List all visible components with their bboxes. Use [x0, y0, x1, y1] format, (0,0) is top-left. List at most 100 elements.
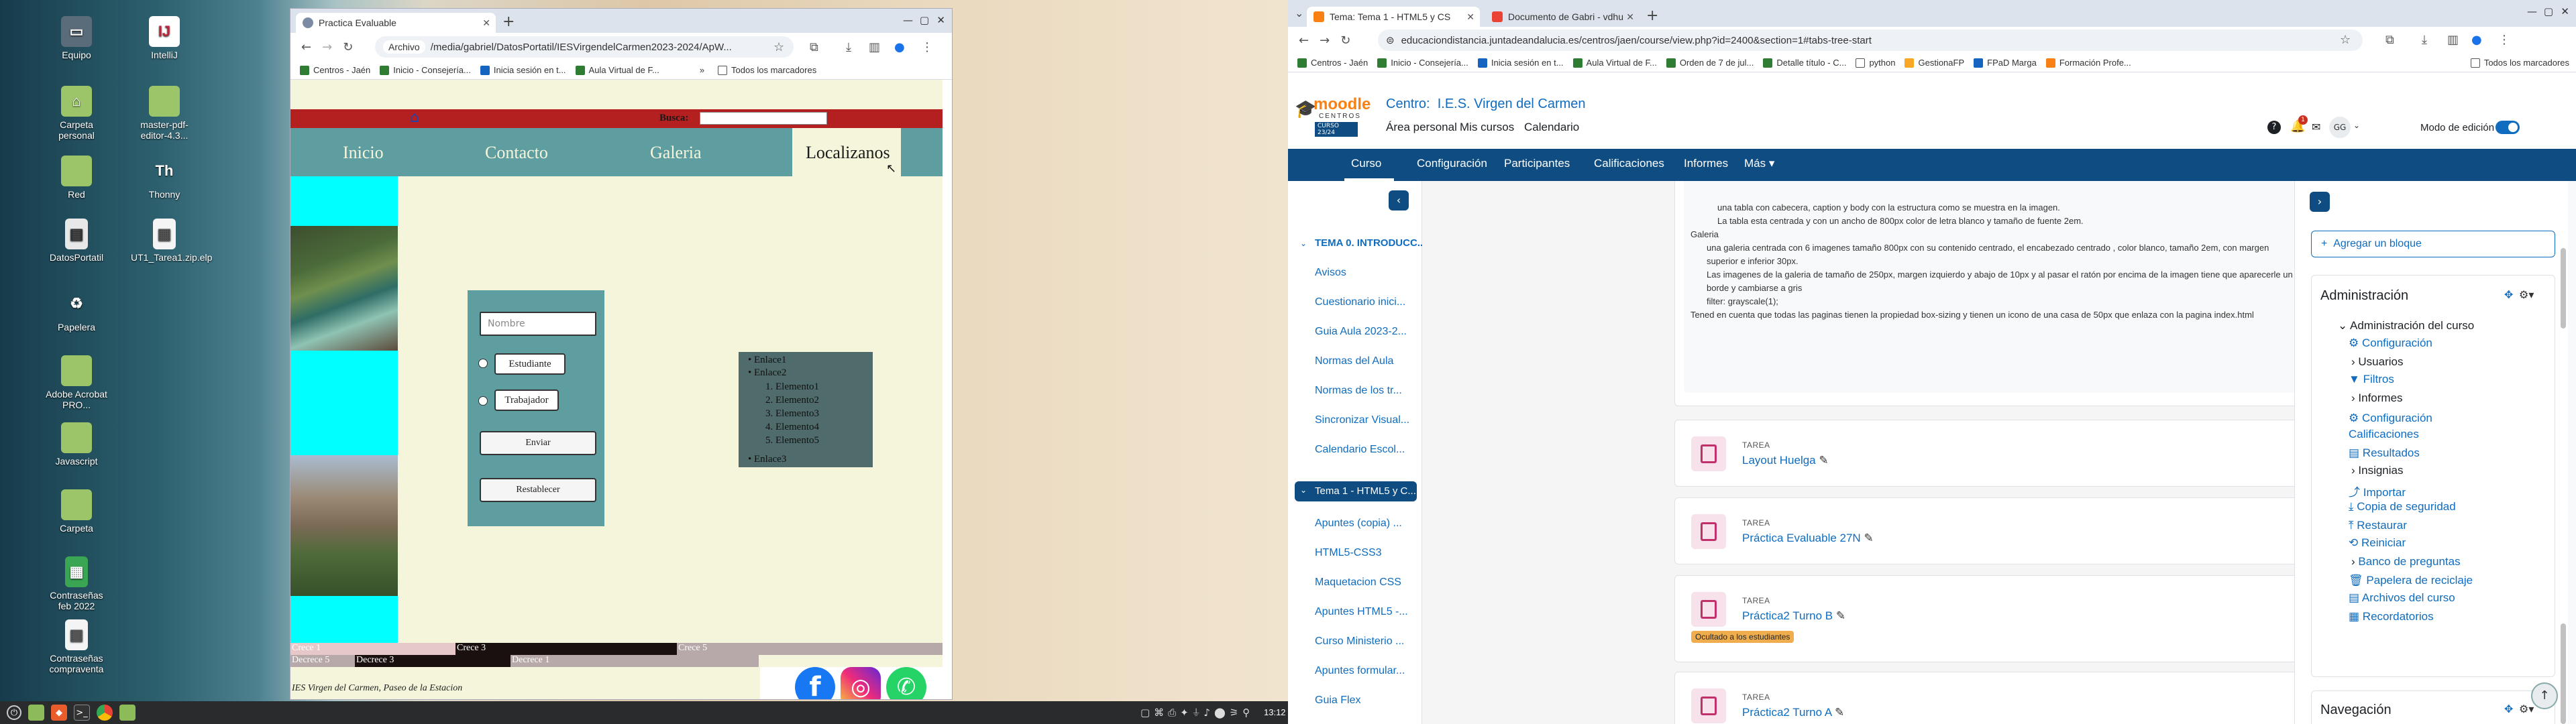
block-settings-icon[interactable]: ⚙▾	[2519, 288, 2534, 301]
star-icon[interactable]: ☆	[773, 40, 784, 54]
list-enlace1[interactable]: • Enlace1	[748, 353, 786, 367]
list-elemento2[interactable]: 2. Elemento2	[765, 394, 819, 407]
files-icon[interactable]	[119, 705, 136, 721]
help-icon[interactable]: ?	[2267, 121, 2281, 134]
extensions-icon[interactable]: ⧉	[2385, 33, 2394, 47]
admin-item-archivos[interactable]: ▤ Archivos del curso	[2349, 591, 2455, 605]
site-info-icon[interactable]: ⊜	[1386, 34, 1395, 46]
name-input[interactable]: Nombre	[480, 312, 596, 336]
desktop-icon-carpeta[interactable]: Carpeta	[43, 489, 110, 534]
bookmarks-folder[interactable]: Todos los marcadores	[718, 65, 816, 75]
bookmark-inicia-sesion[interactable]: Inicia sesión en t...	[480, 65, 566, 75]
address-bar[interactable]: ⊜ educaciondistancia.juntadeandalucia.es…	[1378, 29, 2363, 51]
activity-link[interactable]: Práctica Evaluable 27N ✎	[1742, 532, 1874, 545]
index-item-guia-aula[interactable]: Guia Aula 2023-2...	[1315, 326, 1407, 338]
block-settings-icon[interactable]: ⚙▾	[2519, 703, 2534, 715]
edit-pencil-icon[interactable]: ✎	[1819, 454, 1828, 467]
edit-pencil-icon[interactable]: ✎	[1836, 609, 1845, 622]
admin-item-recordatorios[interactable]: ▦ Recordatorios	[2349, 610, 2434, 623]
desktop-icon-javascript[interactable]: Javascript	[43, 422, 110, 467]
activity-practica2-turno-a[interactable]: TAREA Práctica2 Turno A ✎ ⋮	[1674, 672, 2294, 724]
tab-curso[interactable]: Curso	[1351, 157, 1381, 170]
tab-calificaciones[interactable]: Calificaciones	[1594, 157, 1664, 170]
move-block-icon[interactable]: ✥	[2504, 288, 2513, 301]
scrollbar-lower[interactable]	[2561, 623, 2566, 724]
admin-item-filtros[interactable]: ▼ Filtros	[2349, 373, 2394, 386]
admin-item-configuracion-calificaciones[interactable]: ⚙ Configuración Calificaciones	[2349, 410, 2449, 442]
edit-pencil-icon[interactable]: ✎	[1864, 532, 1873, 544]
tab-practica-evaluable[interactable]: Practica Evaluable ✕	[296, 13, 496, 33]
desktop-icon-equipo[interactable]: ▭ Equipo	[43, 16, 110, 60]
chrome-icon[interactable]	[97, 705, 113, 721]
edit-mode-toggle[interactable]	[2496, 121, 2520, 134]
bookmarks-folder[interactable]: Todos los marcadores	[2470, 58, 2569, 68]
clock[interactable]: 13:12	[1264, 707, 1286, 717]
terminal-icon[interactable]: >_	[74, 705, 90, 721]
activity-practica2-turno-b[interactable]: TAREA Práctica2 Turno B ✎ Ocultado a los…	[1674, 575, 2294, 662]
activity-layout-huelga[interactable]: TAREA Layout Huelga ✎ ⋮	[1674, 420, 2294, 487]
back-icon[interactable]: ←	[301, 40, 311, 54]
desktop-icon-adobe[interactable]: Adobe Acrobat PRO...	[43, 355, 110, 410]
desktop-icon-datosportatil[interactable]: ▤ DatosPortatil	[43, 219, 110, 263]
admin-item-resultados[interactable]: ▤ Resultados	[2349, 446, 2420, 460]
desktop-icon-thonny[interactable]: Th Thonny	[131, 156, 198, 200]
scrollbar[interactable]	[2561, 248, 2566, 328]
section1-title[interactable]: Tema 1 - HTML5 y C...	[1315, 485, 1416, 497]
submit-button[interactable]: Enviar	[480, 431, 596, 455]
sidepanel-icon[interactable]: ▥	[2447, 33, 2459, 47]
profile-icon[interactable]: ●	[894, 40, 905, 54]
brave-browser-icon[interactable]: ◆	[51, 705, 67, 721]
star-icon[interactable]: ☆	[2340, 33, 2351, 47]
desktop-icon-red[interactable]: Red	[43, 156, 110, 200]
chevron-down-icon[interactable]: ⌄	[2353, 121, 2360, 130]
nav-localizanos[interactable]: Localizanos	[806, 143, 890, 163]
start-menu-icon[interactable]: ⏻	[7, 705, 21, 720]
desktop-icon-ut1-tarea[interactable]: ▦ UT1_Tarea1.zip.elp	[131, 219, 212, 263]
desktop-icon-master-pdf[interactable]: master-pdf-editor-4.3...	[131, 86, 198, 141]
admin-item-restaurar[interactable]: ⤒ Restaurar	[2349, 519, 2407, 532]
address-bar[interactable]: Archivo /media/gabriel/DatosPortatil/IES…	[375, 36, 794, 58]
list-elemento3[interactable]: 3. Elemento3	[765, 407, 819, 420]
list-elemento4[interactable]: 4. Elemento4	[765, 420, 819, 434]
admin-item-configuracion[interactable]: ⚙ Configuración	[2349, 337, 2432, 350]
desktop-icon-contrasenas-compraventa[interactable]: ▤ Contraseñas compraventa	[43, 619, 110, 674]
desktop-icon-contrasenas-feb[interactable]: ▦ Contraseñas feb 2022	[43, 556, 110, 611]
close-tab-icon[interactable]: ✕	[1626, 11, 1634, 23]
index-item-html5-css3[interactable]: HTML5-CSS3	[1315, 547, 1382, 559]
activity-link[interactable]: Práctica2 Turno A ✎	[1742, 706, 1844, 719]
download-icon[interactable]: ⤓	[846, 40, 851, 54]
move-block-icon[interactable]: ✥	[2504, 703, 2513, 715]
back-icon[interactable]: ←	[1299, 34, 1309, 48]
messages-icon[interactable]: ✉	[2312, 121, 2320, 133]
minimize-icon[interactable]: —	[903, 14, 913, 26]
close-drawer-button[interactable]: ‹	[1389, 190, 1409, 210]
centro-title[interactable]: Centro: I.E.S. Virgen del Carmen	[1386, 97, 1586, 112]
bookmark-aula-virtual[interactable]: Aula Virtual de F...	[1572, 58, 1657, 68]
tab-configuracion[interactable]: Configuración	[1417, 157, 1487, 170]
section0-title[interactable]: TEMA 0. INTRODUCC...	[1315, 237, 1426, 249]
desktop-icon-carpeta-personal[interactable]: ⌂ Carpeta personal	[43, 86, 110, 141]
close-window-icon[interactable]: ✕	[936, 14, 945, 26]
admin-item-informes[interactable]: › Informes	[2351, 391, 2403, 405]
open-blocks-button[interactable]: ›	[2310, 192, 2330, 212]
tab-search-icon[interactable]: ⌄	[1295, 7, 1303, 19]
tab-participantes[interactable]: Participantes	[1504, 157, 1570, 170]
forward-icon[interactable]: →	[1320, 34, 1330, 48]
decrece-bar-1[interactable]: Decrece 1	[511, 655, 759, 667]
index-item-calendario[interactable]: Calendario Escol...	[1315, 444, 1405, 456]
bookmark-centros-jaen[interactable]: Centros - Jaén	[300, 65, 370, 75]
close-tab-icon[interactable]: ✕	[1466, 11, 1474, 23]
decrece-bar-3[interactable]: Decrece 3	[355, 655, 511, 667]
tab-mas[interactable]: Más ▾	[1744, 157, 1774, 170]
tab-informes[interactable]: Informes	[1684, 157, 1728, 170]
bookmark-orden-julio[interactable]: Orden de 7 de jul...	[1666, 58, 1754, 68]
edit-pencil-icon[interactable]: ✎	[1835, 706, 1844, 719]
list-enlace3[interactable]: • Enlace3	[748, 452, 786, 466]
index-item-curso-ministerio[interactable]: Curso Ministerio ...	[1315, 636, 1404, 648]
menu-icon[interactable]: ⋮	[921, 40, 933, 54]
index-item-avisos[interactable]: Avisos	[1315, 267, 1346, 279]
index-item-guia-flex[interactable]: Guia Flex	[1315, 695, 1360, 707]
nav-galeria[interactable]: Galeria	[650, 143, 702, 163]
forward-icon[interactable]: →	[322, 40, 332, 54]
activity-link[interactable]: Layout Huelga ✎	[1742, 454, 1829, 467]
